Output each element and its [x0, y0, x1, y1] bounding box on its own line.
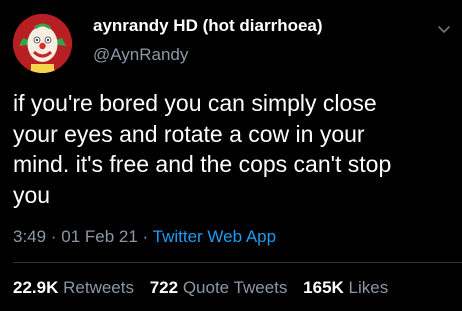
likes-count: 165K — [303, 278, 344, 297]
tweet-source-link[interactable]: Twitter Web App — [153, 227, 276, 246]
krusty-clown-avatar-icon — [13, 14, 72, 73]
handle[interactable]: @AynRandy — [93, 45, 188, 65]
likes-stat[interactable]: 165K Likes — [303, 278, 388, 297]
likes-label: Likes — [348, 278, 389, 297]
tweet-text-line: if you're bored you can simply close — [13, 90, 377, 116]
tweet-text-line: you — [13, 181, 51, 208]
quote-tweets-stat[interactable]: 722 Quote Tweets — [150, 278, 288, 297]
tweet-stats: 22.9K Retweets 722 Quote Tweets 165K Lik… — [13, 278, 399, 298]
chevron-down-icon[interactable] — [437, 22, 451, 33]
retweets-stat[interactable]: 22.9K Retweets — [13, 278, 134, 297]
quote-tweets-label: Quote Tweets — [182, 278, 288, 297]
tweet-text-line: mind. it's free and the cops can't stop — [13, 151, 392, 177]
meta-separator: · — [142, 227, 149, 246]
quote-tweets-count: 722 — [149, 278, 179, 297]
tweet-date[interactable]: 01 Feb 21 — [61, 227, 138, 246]
divider — [13, 262, 462, 263]
retweets-label: Retweets — [63, 278, 134, 297]
tweet: aynrandy HD (hot diarrhoea) @AynRandy if… — [0, 0, 462, 311]
retweets-count: 22.9K — [13, 278, 59, 297]
tweet-meta: 3:49 · 01 Feb 21 · Twitter Web App — [13, 227, 276, 247]
tweet-time[interactable]: 3:49 — [13, 227, 46, 246]
tweet-text-line: your eyes and rotate a cow in your — [13, 120, 365, 147]
avatar[interactable] — [13, 14, 72, 73]
meta-separator: · — [50, 227, 57, 246]
tweet-text: if you're bored you can simply close your… — [13, 88, 453, 210]
display-name[interactable]: aynrandy HD (hot diarrhoea) — [93, 16, 323, 36]
